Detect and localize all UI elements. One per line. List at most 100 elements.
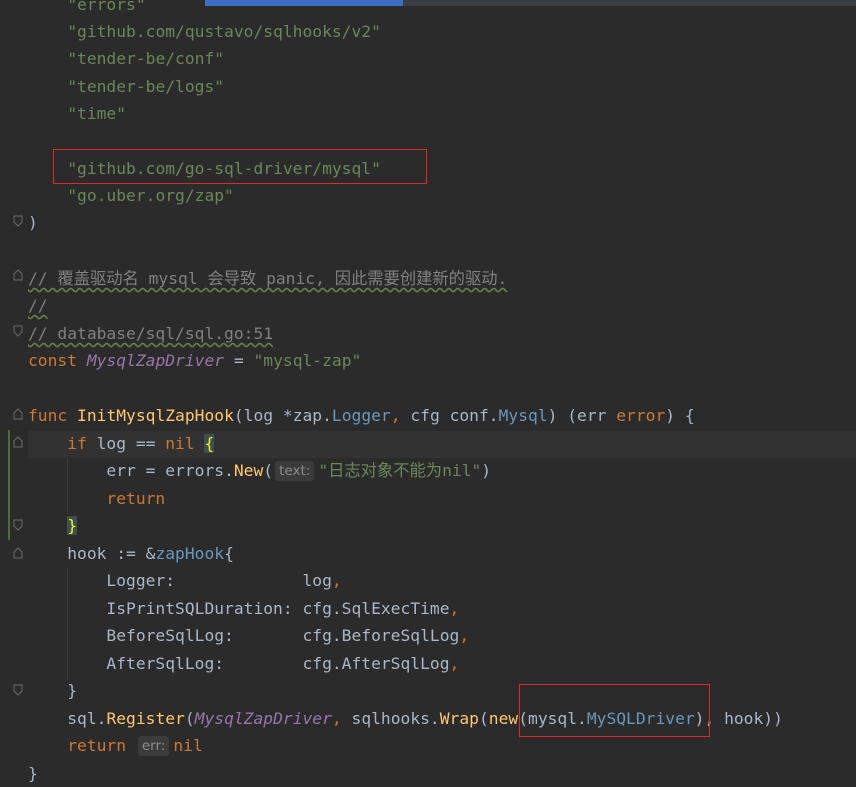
params: ) (err — [547, 406, 617, 425]
string-literal: "mysql-zap" — [253, 351, 362, 370]
expression: hook := & — [67, 544, 156, 563]
keyword: nil — [173, 736, 203, 755]
code-line[interactable]: err = errors.New(text: "日志对象不能为nil") — [28, 457, 491, 484]
constant-name: MysqlZapDriver — [194, 709, 332, 728]
string-literal: "tender-be/logs" — [67, 77, 225, 96]
code-line[interactable]: Logger: log, — [28, 567, 342, 594]
annotation-box-mysql-driver — [519, 684, 710, 737]
string-literal: "go.uber.org/zap" — [67, 186, 234, 205]
code-line[interactable]: return err: nil — [28, 732, 203, 759]
keyword: func — [28, 406, 68, 425]
inactive-tab-area[interactable] — [403, 0, 856, 6]
package-ref: sql. — [67, 709, 107, 728]
package-ref: conf. — [449, 406, 499, 425]
type-name: Mysql — [498, 406, 548, 425]
punctuation: , — [390, 406, 411, 425]
punctuation: ( — [263, 461, 274, 480]
fold-start-icon[interactable] — [13, 436, 23, 448]
fold-start-icon[interactable] — [13, 547, 23, 559]
builtin-new: new — [488, 709, 519, 728]
punctuation: , — [331, 709, 352, 728]
code-line[interactable]: ) — [28, 209, 38, 236]
struct-field: BeforeSqlLog: cfg.BeforeSqlLog — [106, 626, 460, 645]
function-call: Register — [106, 709, 185, 728]
struct-field: Logger: log — [106, 571, 332, 590]
fold-end-icon[interactable] — [13, 684, 23, 696]
fold-end-icon[interactable] — [13, 215, 23, 227]
code-line[interactable]: AfterSqlLog: cfg.AfterSqlLog, — [28, 650, 459, 677]
matched-brace: } — [67, 516, 78, 535]
code-line[interactable]: } — [28, 760, 38, 787]
code-line[interactable]: // — [28, 292, 48, 319]
code-line[interactable]: "tender-be/conf" — [28, 45, 224, 72]
vcs-change-marker[interactable] — [8, 430, 10, 540]
code-line[interactable]: IsPrintSQLDuration: cfg.SqlExecTime, — [28, 595, 459, 622]
comment: // database/sql/sql.go:51 — [28, 324, 274, 343]
comment: // — [28, 296, 48, 315]
punctuation: ) — [28, 213, 38, 232]
code-line[interactable]: "time" — [28, 100, 126, 127]
function-call: New — [233, 461, 264, 480]
parameter-hint: text: — [275, 461, 315, 481]
string-literal: "errors" — [67, 0, 146, 14]
params: (log * — [233, 406, 293, 425]
operator: = — [224, 351, 254, 370]
punctuation: , — [331, 571, 342, 590]
active-tab-indicator[interactable] — [205, 0, 403, 6]
package-ref: zap. — [292, 406, 332, 425]
punctuation: ( — [184, 709, 195, 728]
fold-end-icon[interactable] — [13, 519, 23, 531]
fold-start-icon[interactable] — [13, 269, 23, 281]
code-line[interactable]: const MysqlZapDriver = "mysql-zap" — [28, 347, 361, 374]
punctuation: } — [67, 681, 78, 700]
expression: err = — [106, 461, 166, 480]
function-name: InitMysqlZapHook — [77, 406, 234, 425]
fold-end-icon[interactable] — [13, 325, 23, 337]
punctuation: , — [449, 654, 460, 673]
package-ref: sqlhooks. — [351, 709, 440, 728]
type-name: zapHook — [155, 544, 225, 563]
keyword: return — [106, 489, 166, 508]
code-line[interactable]: "tender-be/logs" — [28, 73, 224, 100]
struct-field: IsPrintSQLDuration: cfg.SqlExecTime — [106, 599, 450, 618]
type-name: Logger — [331, 406, 391, 425]
punctuation: ( — [478, 709, 489, 728]
annotation-box-mysql-import — [53, 149, 427, 184]
punctuation: } — [28, 764, 38, 783]
matched-brace: { — [204, 434, 215, 453]
code-line[interactable]: hook := &zapHook{ — [28, 540, 234, 567]
code-line[interactable]: "go.uber.org/zap" — [28, 182, 234, 209]
constant-name: MysqlZapDriver — [86, 351, 225, 370]
builtin-type: error — [616, 406, 666, 425]
code-line[interactable]: return — [28, 485, 165, 512]
code-line[interactable]: func InitMysqlZapHook(log *zap.Logger, c… — [28, 402, 695, 429]
string-literal: "日志对象不能为nil" — [318, 461, 482, 480]
code-line[interactable]: "github.com/qustavo/sqlhooks/v2" — [28, 18, 381, 45]
code-line[interactable]: } — [28, 512, 78, 539]
punctuation: ) — [481, 461, 492, 480]
punctuation: { — [224, 544, 234, 563]
code-line[interactable]: // database/sql/sql.go:51 — [28, 320, 273, 347]
expression: log == — [86, 434, 166, 453]
keyword: if — [67, 434, 87, 453]
keyword: nil — [165, 434, 195, 453]
keyword: return — [67, 736, 127, 755]
fold-start-icon[interactable] — [13, 408, 23, 420]
package-ref: errors. — [165, 461, 234, 480]
code-line[interactable]: BeforeSqlLog: cfg.BeforeSqlLog, — [28, 622, 469, 649]
code-line[interactable]: "errors" — [28, 0, 146, 18]
string-literal: "tender-be/conf" — [67, 49, 225, 68]
code-line[interactable]: } — [28, 677, 77, 704]
punctuation: ) { — [665, 406, 695, 425]
comment: // 覆盖驱动名 mysql 会导致 panic, 因此需要创建新的驱动. — [28, 269, 508, 288]
code-line[interactable]: // 覆盖驱动名 mysql 会导致 panic, 因此需要创建新的驱动. — [28, 265, 507, 292]
code-line[interactable]: if log == nil { — [28, 430, 215, 457]
editor-gutter[interactable] — [0, 0, 28, 779]
string-literal: "github.com/qustavo/sqlhooks/v2" — [67, 22, 381, 41]
params: cfg — [410, 406, 450, 425]
function-call: Wrap — [439, 709, 479, 728]
punctuation: , — [459, 626, 470, 645]
punctuation: , — [449, 599, 460, 618]
struct-field: AfterSqlLog: cfg.AfterSqlLog — [106, 654, 450, 673]
parameter-hint: err: — [137, 736, 170, 756]
